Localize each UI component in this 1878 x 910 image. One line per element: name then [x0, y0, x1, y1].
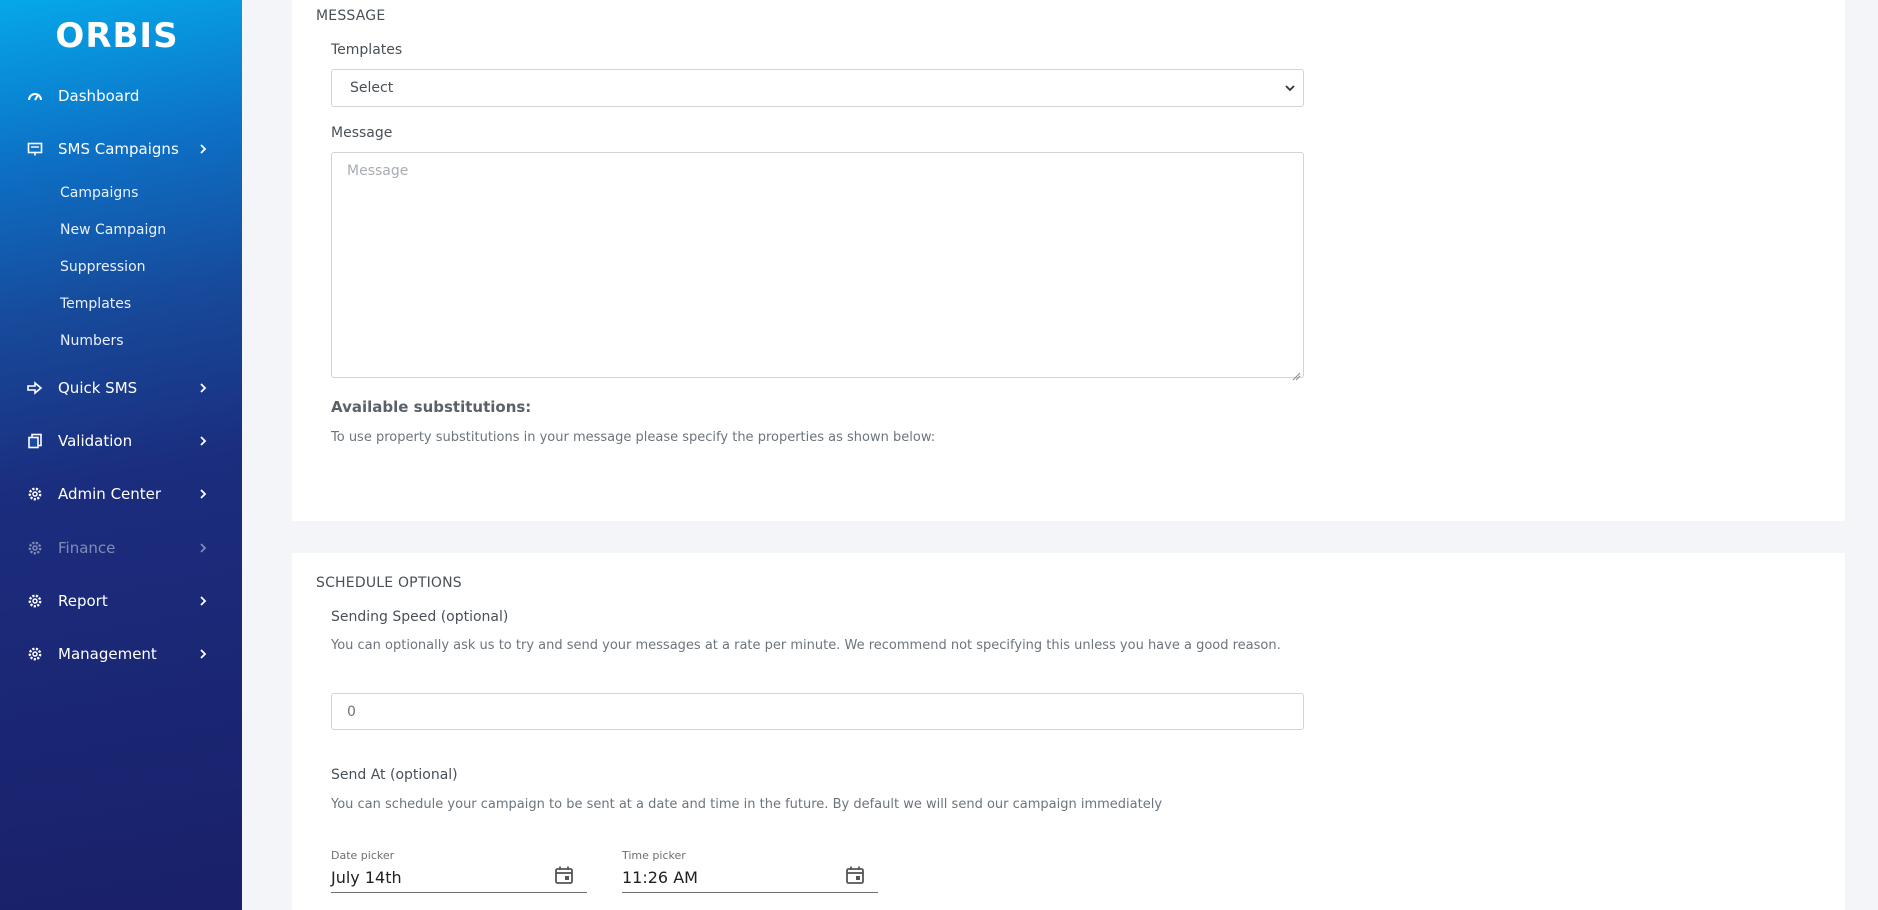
sending-speed-input[interactable]: 0 — [331, 693, 1304, 730]
sidebar-subitem-numbers[interactable]: Numbers — [60, 333, 124, 349]
sidebar-subitem-templates[interactable]: Templates — [60, 296, 131, 312]
templates-select[interactable]: Select — [331, 69, 1304, 107]
sidebar-subitem-campaigns[interactable]: Campaigns — [60, 185, 138, 201]
sidebar-item-admin-center[interactable]: Admin Center — [0, 479, 242, 509]
message-placeholder: Message — [347, 163, 409, 179]
sidebar-item-label: Quick SMS — [58, 379, 138, 397]
time-picker[interactable]: Time picker 11:26 AM — [622, 849, 878, 893]
calendar-icon[interactable] — [553, 864, 575, 886]
sidebar-item-label: Report — [58, 592, 108, 610]
section-title: SCHEDULE OPTIONS — [316, 575, 462, 591]
sidebar-item-quick-sms[interactable]: Quick SMS — [0, 373, 242, 403]
sidebar-item-report[interactable]: Report — [0, 586, 242, 616]
chevron-right-icon — [197, 382, 209, 394]
gear-icon — [26, 539, 44, 557]
sidebar-item-label: Validation — [58, 432, 133, 450]
date-picker[interactable]: Date picker July 14th — [331, 849, 587, 893]
chevron-right-icon — [197, 595, 209, 607]
sidebar-item-label: Finance — [58, 539, 116, 557]
sidebar: ORBIS Dashboard SMS Campaigns Campaigns … — [0, 0, 242, 910]
arrow-right-icon — [26, 379, 44, 397]
sidebar-item-label: Dashboard — [58, 87, 140, 105]
sidebar-subitem-suppression[interactable]: Suppression — [60, 259, 146, 275]
sidebar-item-label: Management — [58, 645, 157, 663]
chevron-right-icon — [197, 488, 209, 500]
substitutions-title: Available substitutions: — [331, 398, 532, 416]
time-picker-value: 11:26 AM — [622, 868, 698, 887]
sidebar-item-label: Admin Center — [58, 485, 162, 503]
chevron-right-icon — [197, 143, 209, 155]
sidebar-item-label: SMS Campaigns — [58, 140, 179, 158]
monitor-message-icon — [26, 140, 44, 158]
schedule-panel: SCHEDULE OPTIONS Sending Speed (optional… — [292, 553, 1845, 910]
speedometer-icon — [26, 87, 44, 105]
templates-label: Templates — [331, 42, 403, 58]
sending-speed-value: 0 — [347, 703, 356, 720]
sidebar-subitem-new-campaign[interactable]: New Campaign — [60, 222, 166, 238]
send-at-label: Send At (optional) — [331, 767, 458, 783]
sending-speed-help: You can optionally ask us to try and sen… — [331, 638, 1281, 653]
gear-icon — [26, 592, 44, 610]
gear-icon — [26, 645, 44, 663]
sidebar-item-dashboard[interactable]: Dashboard — [0, 81, 242, 111]
sidebar-item-finance[interactable]: Finance — [0, 533, 242, 563]
send-at-help: You can schedule your campaign to be sen… — [331, 797, 1163, 812]
sidebar-item-validation[interactable]: Validation — [0, 426, 242, 456]
clipboard-icon — [26, 432, 44, 450]
sending-speed-label: Sending Speed (optional) — [331, 609, 509, 625]
chevron-right-icon — [197, 542, 209, 554]
chevron-right-icon — [197, 435, 209, 447]
sidebar-item-sms-campaigns[interactable]: SMS Campaigns — [0, 134, 242, 164]
calendar-icon[interactable] — [844, 864, 866, 886]
brand-logo[interactable]: ORBIS — [0, 16, 234, 56]
message-label: Message — [331, 125, 393, 141]
section-title: MESSAGE — [316, 8, 386, 24]
sidebar-item-management[interactable]: Management — [0, 639, 242, 669]
substitutions-help: To use property substitutions in your me… — [331, 430, 936, 445]
chevron-down-icon — [1283, 81, 1297, 95]
date-picker-label: Date picker — [331, 849, 395, 862]
message-panel: MESSAGE Templates Select Message Message… — [292, 0, 1845, 521]
gear-icon — [26, 485, 44, 503]
templates-selected-value: Select — [350, 80, 394, 96]
date-picker-value: July 14th — [331, 868, 402, 887]
time-picker-label: Time picker — [622, 849, 686, 862]
resize-grip-icon[interactable] — [1292, 366, 1301, 381]
message-textarea[interactable]: Message — [331, 152, 1304, 381]
chevron-right-icon — [197, 648, 209, 660]
